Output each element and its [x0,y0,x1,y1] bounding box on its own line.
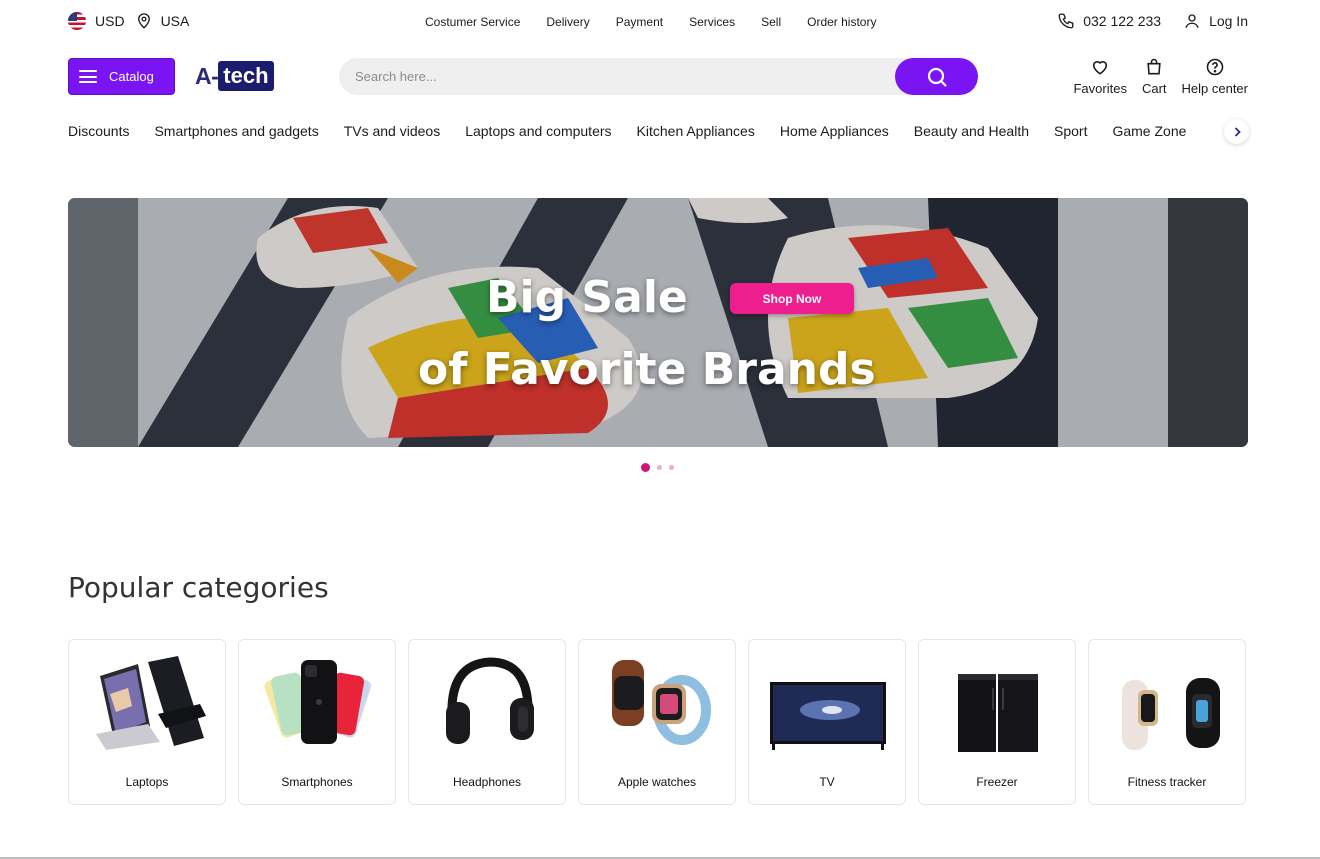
nav-tvs-videos[interactable]: TVs and videos [344,123,441,139]
phone-icon [1058,13,1074,29]
search-bar [339,58,978,95]
category-label: Headphones [452,775,522,789]
carousel-pagination [641,463,681,472]
carousel-dot[interactable] [657,465,662,470]
catalog-button[interactable]: Catalog [68,58,175,95]
carousel-dot[interactable] [669,465,674,470]
section-title: Popular categories [68,571,329,604]
location-pin-icon[interactable] [135,12,153,30]
top-links: Costumer Service Delivery Payment Servic… [425,15,902,29]
link-payment[interactable]: Payment [616,15,663,29]
us-flag-icon[interactable] [68,12,86,30]
favorites-label: Favorites [1073,81,1127,96]
help-center-label: Help center [1181,81,1248,96]
search-icon [927,67,947,87]
nav-beauty-health[interactable]: Beauty and Health [914,123,1029,139]
login-link[interactable]: Log In [1209,13,1248,29]
logo-tech: tech [218,61,274,91]
carousel-dot[interactable] [641,463,650,472]
nav-home-appliances[interactable]: Home Appliances [780,123,889,139]
link-services[interactable]: Services [689,15,735,29]
country-selector[interactable]: USA [161,13,190,29]
category-card-laptops[interactable]: Laptops [68,639,226,805]
top-bar: USD USA Costumer Service Delivery Paymen… [0,0,1320,44]
contact-login: 032 122 233 Log In [1057,12,1248,30]
site-logo[interactable]: A- tech [195,60,274,92]
category-label: TV [819,775,835,789]
headphones-icon [446,657,534,744]
currency-selector[interactable]: USD [95,13,125,29]
nav-laptops-computers[interactable]: Laptops and computers [465,123,611,139]
nav-kitchen-appliances[interactable]: Kitchen Appliances [637,123,755,139]
fitness-tracker-icon [1122,678,1220,750]
link-order-history[interactable]: Order history [807,15,876,29]
nav-game-zone[interactable]: Game Zone [1112,123,1186,139]
smartphone-icon [264,660,371,744]
favorites-button[interactable]: Favorites [1073,57,1127,96]
question-circle-icon [1206,58,1224,76]
category-card-fitness-tracker[interactable]: Fitness tracker [1088,639,1246,805]
category-label: Fitness tracker [1127,775,1207,789]
locale-selector: USD USA [68,12,189,30]
nav-discounts[interactable]: Discounts [68,123,129,139]
link-delivery[interactable]: Delivery [546,15,589,29]
category-card-tv[interactable]: TV [748,639,906,805]
cart-label: Cart [1141,81,1167,96]
phone-number[interactable]: 032 122 233 [1083,13,1161,29]
cart-button[interactable]: Cart [1142,57,1167,96]
link-sell[interactable]: Sell [761,15,781,29]
logo-prefix: A- [195,62,219,89]
nav-sport[interactable]: Sport [1054,123,1087,139]
header-actions: Favorites Cart Help center [1058,57,1248,96]
category-label: Smartphones [281,775,353,789]
watch-icon [612,660,711,745]
category-card-smartphones[interactable]: Smartphones [238,639,396,805]
category-nav: Discounts Smartphones and gadgets TVs an… [68,123,1211,139]
user-icon[interactable] [1183,12,1201,30]
chevron-right-icon [1234,126,1241,137]
laptop-icon [96,656,206,750]
link-customer-service[interactable]: Costumer Service [425,15,520,29]
nav-scroll-next-button[interactable] [1224,119,1249,144]
nav-smartphones-gadgets[interactable]: Smartphones and gadgets [154,123,318,139]
catalog-label: Catalog [109,69,154,84]
category-cards: Laptops Smartphones Headphones Apple wat… [68,639,1258,805]
category-label: Laptops [125,775,169,789]
help-center-button[interactable]: Help center [1182,57,1248,96]
hamburger-menu-icon [79,70,97,83]
category-card-headphones[interactable]: Headphones [408,639,566,805]
category-card-apple-watches[interactable]: Apple watches [578,639,736,805]
freezer-icon [958,674,1038,752]
heart-icon [1093,61,1108,75]
shopping-bag-icon [1147,58,1161,75]
category-card-freezer[interactable]: Freezer [918,639,1076,805]
search-input[interactable] [355,58,875,95]
category-label: Apple watches [617,775,697,789]
banner-headline-line2: of Favorite Brands [418,344,876,395]
category-label: Freezer [976,775,1018,789]
banner-headline-line1: Big Sale [486,272,688,323]
shop-now-button[interactable]: Shop Now [730,283,854,314]
tv-icon [770,682,886,750]
search-button[interactable] [895,58,978,95]
